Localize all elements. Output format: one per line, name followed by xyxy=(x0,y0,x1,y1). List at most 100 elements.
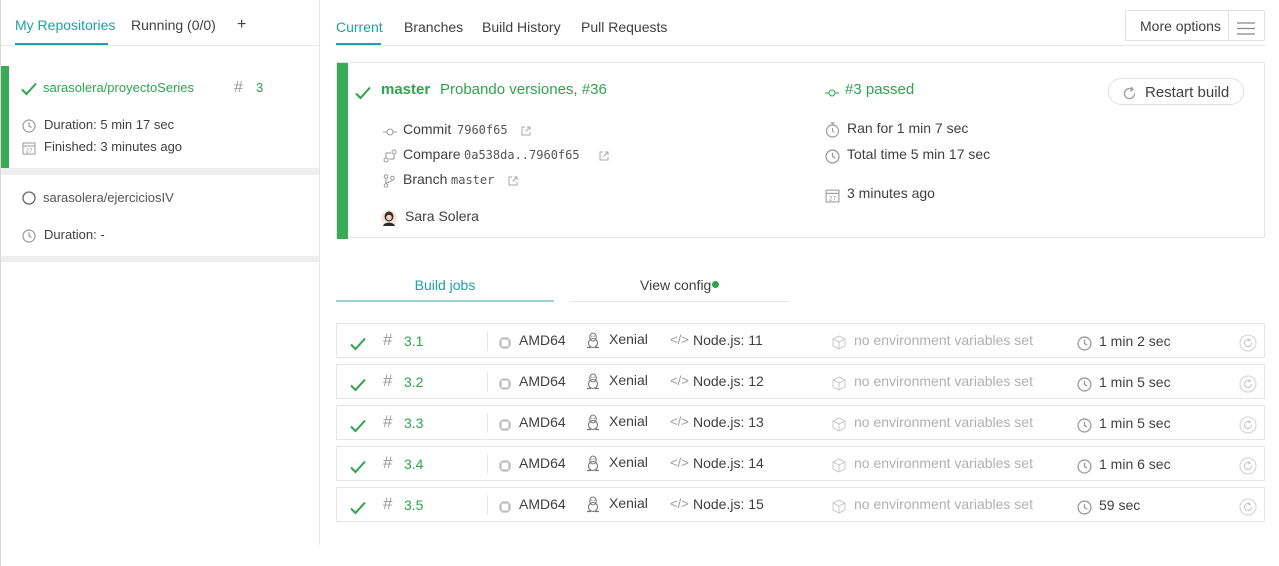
external-link-icon[interactable] xyxy=(508,172,518,188)
total-time: Total time 5 min 17 sec xyxy=(847,146,991,162)
commit-label: Commit xyxy=(403,121,452,137)
commit-icon xyxy=(383,123,397,139)
job-row[interactable]: # 3.2 AMD64 Xenial </> Node.js: 12 no en… xyxy=(336,364,1265,399)
job-language: Node.js: 15 xyxy=(693,496,764,512)
tab-branches[interactable]: Branches xyxy=(404,19,463,35)
restart-build-label: Restart build xyxy=(1145,84,1230,101)
more-options-button[interactable]: More options xyxy=(1125,10,1265,41)
job-os: Xenial xyxy=(609,413,648,429)
box-icon xyxy=(832,497,846,514)
restart-job-icon[interactable] xyxy=(1239,416,1257,434)
job-number[interactable]: 3.5 xyxy=(404,497,423,513)
job-number[interactable]: 3.3 xyxy=(404,415,423,431)
job-row[interactable]: # 3.4 AMD64 Xenial </> Node.js: 14 no en… xyxy=(336,446,1265,481)
job-number[interactable]: 3.1 xyxy=(404,333,423,349)
job-env: no environment variables set xyxy=(854,373,1033,389)
commit-icon xyxy=(825,84,839,100)
commit-hash-link[interactable]: 7960f65 xyxy=(457,123,508,137)
job-language: Node.js: 14 xyxy=(693,455,764,471)
box-icon xyxy=(832,415,846,432)
repo-card-proyectoSeries[interactable]: sarasolera/proyectoSeries # 3 Duration: … xyxy=(1,66,319,168)
linux-icon xyxy=(585,454,601,472)
job-row[interactable]: # 3.3 AMD64 Xenial </> Node.js: 13 no en… xyxy=(336,405,1265,440)
tab-view-config[interactable]: View config xyxy=(570,268,789,302)
check-icon xyxy=(355,84,371,100)
more-options-label: More options xyxy=(1140,18,1221,34)
linux-icon xyxy=(585,331,601,349)
repo-duration: Duration: - xyxy=(44,227,105,242)
tab-active-underline xyxy=(336,43,381,45)
compare-icon xyxy=(383,147,397,163)
status-none-icon xyxy=(22,189,36,205)
external-link-icon[interactable] xyxy=(521,122,531,138)
hash-icon: # xyxy=(383,412,393,431)
restart-job-icon[interactable] xyxy=(1239,334,1257,352)
job-env: no environment variables set xyxy=(854,414,1033,430)
tab-build-history[interactable]: Build History xyxy=(482,19,561,35)
tab-build-jobs[interactable]: Build jobs xyxy=(336,268,554,302)
status-passed-bar xyxy=(337,63,348,239)
job-number[interactable]: 3.4 xyxy=(404,456,423,472)
author-name: Sara Solera xyxy=(405,208,479,224)
restart-job-icon[interactable] xyxy=(1239,498,1257,516)
cpu-icon xyxy=(498,334,512,350)
branch-icon xyxy=(383,172,395,189)
restart-build-button[interactable]: Restart build xyxy=(1108,78,1244,105)
sidebar: My Repositories Running (0/0) + sarasole… xyxy=(1,0,320,545)
branch-name-link[interactable]: master xyxy=(381,81,430,98)
linux-icon xyxy=(585,413,601,431)
hash-icon: # xyxy=(383,330,393,349)
cpu-icon xyxy=(498,375,512,391)
add-repository-button[interactable]: + xyxy=(237,16,246,34)
job-language: Node.js: 12 xyxy=(693,373,764,389)
repo-duration: Duration: 5 min 17 sec xyxy=(44,117,175,132)
divider xyxy=(487,413,488,433)
external-link-icon[interactable] xyxy=(599,147,609,163)
job-arch: AMD64 xyxy=(519,414,566,430)
status-passed-bar xyxy=(1,66,9,168)
ran-for: Ran for 1 min 7 sec xyxy=(847,120,969,136)
repo-name-link[interactable]: sarasolera/proyectoSeries xyxy=(43,80,194,95)
hash-icon: # xyxy=(234,79,243,96)
divider xyxy=(1,168,319,175)
code-icon: </> xyxy=(670,332,689,347)
repo-card-ejerciciosIV[interactable]: sarasolera/ejerciciosIV Duration: - xyxy=(1,175,319,256)
tab-running[interactable]: Running (0/0) xyxy=(131,17,216,33)
branch-link[interactable]: master xyxy=(451,173,494,187)
job-env: no environment variables set xyxy=(854,332,1033,348)
check-icon xyxy=(350,376,366,392)
cpu-icon xyxy=(498,498,512,514)
clock-icon xyxy=(825,147,840,164)
divider xyxy=(487,495,488,515)
job-env: no environment variables set xyxy=(854,455,1033,471)
tab-pull-requests[interactable]: Pull Requests xyxy=(581,19,667,35)
job-row[interactable]: # 3.5 AMD64 Xenial </> Node.js: 15 no en… xyxy=(336,487,1265,522)
job-duration: 59 sec xyxy=(1099,497,1141,513)
tab-my-repositories[interactable]: My Repositories xyxy=(15,17,115,33)
clock-icon xyxy=(22,227,36,243)
compare-link[interactable]: 0a538da..7960f65 xyxy=(464,148,580,162)
job-row[interactable]: # 3.1 AMD64 Xenial </> Node.js: 11 no en… xyxy=(336,323,1265,358)
tab-current[interactable]: Current xyxy=(336,19,383,35)
svg-text:27: 27 xyxy=(829,196,837,202)
stopwatch-icon xyxy=(825,121,840,138)
compare-label: Compare xyxy=(403,146,461,162)
hamburger-icon xyxy=(1237,19,1255,35)
clock-icon xyxy=(1077,416,1092,433)
linux-icon xyxy=(585,372,601,390)
clock-icon xyxy=(1077,375,1092,392)
build-status-link[interactable]: #3 passed xyxy=(845,81,914,98)
repo-name-link[interactable]: sarasolera/ejerciciosIV xyxy=(43,190,174,205)
box-icon xyxy=(832,333,846,350)
check-icon xyxy=(350,335,366,351)
calendar-icon: 27 xyxy=(825,186,840,203)
restart-job-icon[interactable] xyxy=(1239,375,1257,393)
branch-label: Branch xyxy=(403,171,448,187)
build-summary-card: master Probando versiones, #36 Commit 79… xyxy=(336,62,1265,239)
restart-job-icon[interactable] xyxy=(1239,457,1257,475)
build-number-link[interactable]: 3 xyxy=(256,80,263,95)
clock-icon xyxy=(1077,498,1092,515)
job-number[interactable]: 3.2 xyxy=(404,374,423,390)
clock-icon xyxy=(1077,457,1092,474)
commit-message[interactable]: Probando versiones, #36 xyxy=(440,81,607,98)
